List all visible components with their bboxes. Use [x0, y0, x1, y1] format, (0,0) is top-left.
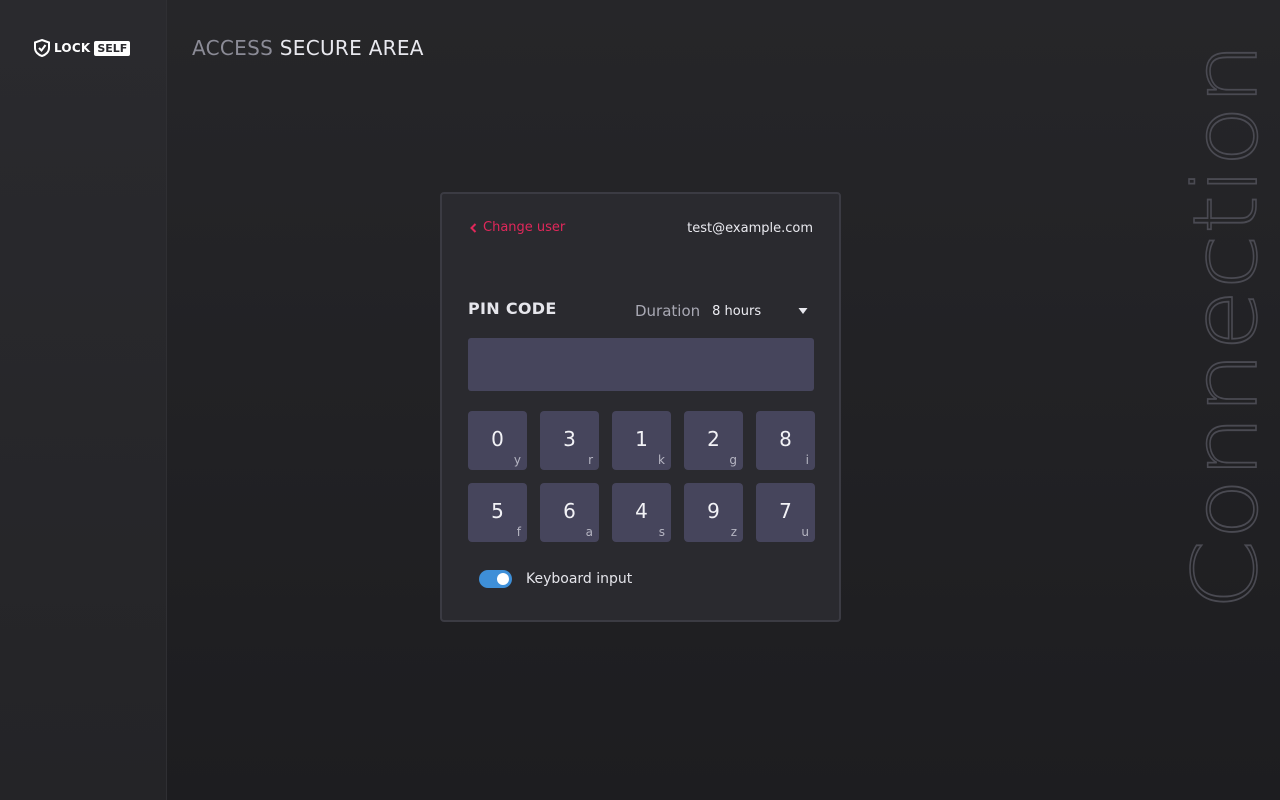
lockself-shield-icon: [34, 39, 50, 57]
keypad-key-6[interactable]: 6 a: [540, 483, 599, 542]
toggle-knob: [497, 573, 509, 585]
duration-select[interactable]: 8 hours: [712, 304, 808, 319]
vertical-connection-text: Connection: [1180, 42, 1264, 610]
change-user-label: Change user: [483, 220, 566, 235]
keypad-key-9[interactable]: 9 z: [684, 483, 743, 542]
keypad-key-1[interactable]: 1 k: [612, 411, 671, 470]
caret-down-icon: [798, 308, 808, 314]
duration-control: Duration 8 hours: [635, 302, 808, 320]
key-letter: u: [801, 525, 809, 539]
brand-name-lock: LOCK: [54, 41, 91, 55]
keyboard-input-row: Keyboard input: [479, 570, 632, 588]
duration-label: Duration: [635, 302, 701, 320]
keypad-key-8[interactable]: 8 i: [756, 411, 815, 470]
user-email: test@example.com: [687, 221, 813, 236]
key-digit: 1: [635, 427, 648, 451]
key-digit: 9: [707, 499, 720, 523]
change-user-link[interactable]: Change user: [470, 220, 565, 235]
page-title: ACCESS SECURE AREA: [192, 36, 424, 60]
key-letter: f: [516, 525, 521, 539]
key-digit: 8: [779, 427, 792, 451]
key-digit: 3: [563, 427, 576, 451]
vertical-connection-word: Connection: [1180, 41, 1264, 611]
keypad-key-3[interactable]: 3 r: [540, 411, 599, 470]
page-title-light: ACCESS: [192, 36, 274, 60]
key-digit: 0: [491, 427, 504, 451]
brand-logo[interactable]: LOCK SELF: [34, 39, 131, 57]
pin-keypad: 0 y 3 r 1 k 2 g 8 i 5 f 6 a 4 s 9 z 7 u: [468, 411, 815, 542]
key-letter: i: [805, 453, 809, 467]
keypad-key-7[interactable]: 7 u: [756, 483, 815, 542]
keypad-key-4[interactable]: 4 s: [612, 483, 671, 542]
pin-code-input[interactable]: [468, 338, 814, 391]
chevron-left-icon: [470, 222, 477, 233]
key-letter: s: [658, 525, 665, 539]
key-letter: a: [585, 525, 593, 539]
key-letter: r: [588, 453, 593, 467]
key-digit: 4: [635, 499, 648, 523]
key-letter: g: [729, 453, 737, 467]
keyboard-input-toggle[interactable]: [479, 570, 512, 588]
pin-login-card: Change user test@example.com PIN CODE Du…: [440, 192, 841, 622]
key-letter: k: [658, 453, 665, 467]
key-digit: 5: [491, 499, 504, 523]
sidebar: LOCK SELF: [0, 0, 167, 800]
pin-code-label: PIN CODE: [468, 299, 557, 318]
keypad-key-5[interactable]: 5 f: [468, 483, 527, 542]
key-digit: 2: [707, 427, 720, 451]
keyboard-input-label: Keyboard input: [526, 571, 633, 587]
key-digit: 7: [779, 499, 792, 523]
page-title-strong: SECURE AREA: [279, 36, 424, 60]
keypad-key-0[interactable]: 0 y: [468, 411, 527, 470]
keypad-key-2[interactable]: 2 g: [684, 411, 743, 470]
key-digit: 6: [563, 499, 576, 523]
key-letter: y: [513, 453, 521, 467]
brand-name-self: SELF: [94, 40, 131, 56]
duration-value: 8 hours: [712, 303, 762, 319]
key-letter: z: [730, 525, 737, 539]
